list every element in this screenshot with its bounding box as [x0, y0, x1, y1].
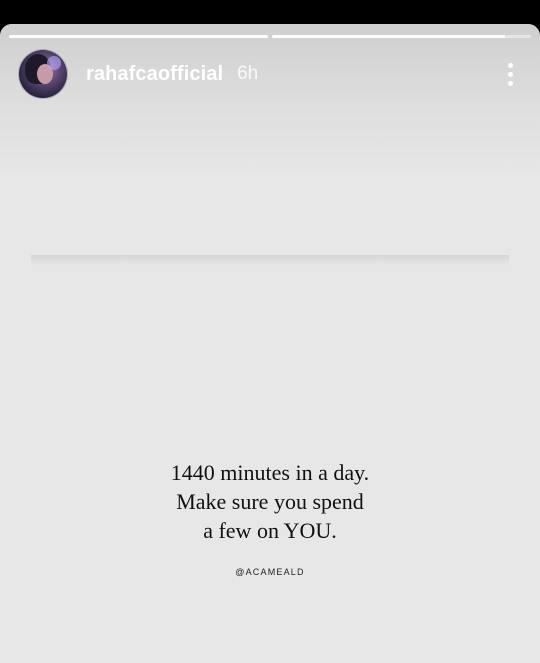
story-quote: 1440 minutes in a day. Make sure you spe…	[0, 458, 540, 545]
progress-segment-2	[272, 35, 531, 38]
post-time: 6h	[237, 63, 259, 84]
more-vertical-icon-dot-2	[507, 71, 513, 77]
header-gradient	[0, 24, 540, 174]
story-header: rahafcaofficial 6h	[18, 49, 522, 99]
more-vertical-icon-dot-3	[507, 80, 513, 86]
more-vertical-icon	[507, 62, 513, 68]
progress-fill-2	[272, 35, 506, 38]
more-options-button[interactable]	[498, 58, 522, 90]
content-divider	[31, 255, 509, 265]
username-link[interactable]: rahafcaofficial	[86, 63, 223, 86]
top-black-strip	[0, 0, 540, 24]
quote-line-3: a few on YOU.	[203, 518, 337, 543]
avatar[interactable]	[18, 49, 68, 99]
progress-segment-1	[9, 35, 268, 38]
story-progress-bar	[9, 35, 531, 38]
quote-line-2: Make sure you spend	[176, 489, 364, 514]
story-viewer[interactable]: rahafcaofficial 6h 1440 minutes in a day…	[0, 24, 540, 663]
quote-line-1: 1440 minutes in a day.	[170, 460, 370, 485]
progress-fill-1	[9, 35, 268, 38]
credit-handle: @ACAMEALD	[235, 567, 305, 577]
avatar-light-shape	[47, 56, 61, 70]
